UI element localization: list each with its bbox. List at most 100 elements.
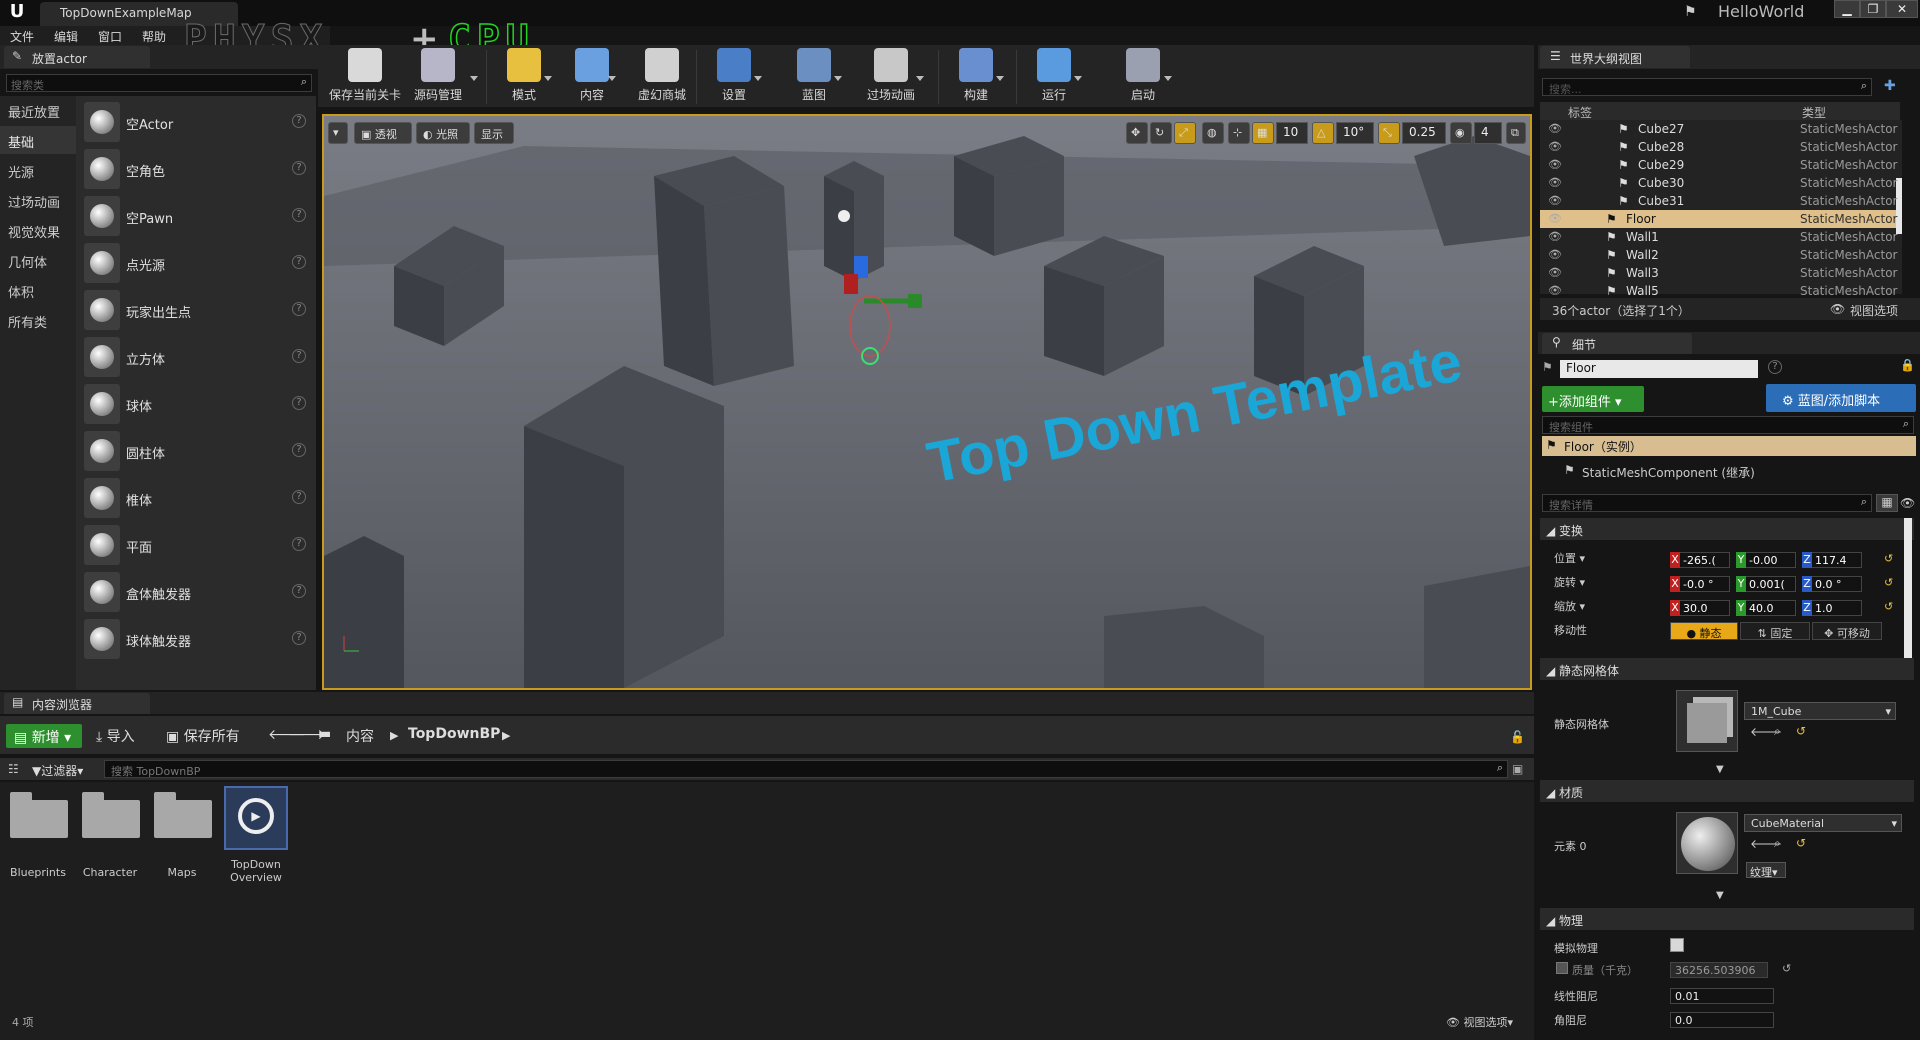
rotation-x-field[interactable]: X -0.0 ° [1670, 576, 1730, 592]
scale-snap-icon[interactable]: ⤡ [1378, 122, 1400, 144]
import-button[interactable]: ⤓ 导入 [96, 726, 135, 746]
world-local-icon[interactable]: ◍ [1202, 122, 1224, 144]
toolbar-button-4[interactable]: 虚幻商城 [620, 48, 704, 106]
tab-details[interactable]: ⚲ 细节 [1542, 333, 1692, 354]
visibility-eye-icon[interactable]: 👁 [1900, 496, 1915, 510]
cb-view-options-button[interactable]: 👁 视图选项▾ [1446, 1014, 1513, 1030]
add-new-button[interactable]: ▤ 新增 ▾ [6, 724, 82, 748]
scale-snap-value[interactable]: 0.25 [1402, 122, 1446, 144]
toolbar-button-0[interactable]: 保存当前关卡 [324, 48, 406, 106]
tab-place-actors[interactable]: ✎ 放置actor [4, 46, 150, 68]
grid-snap-icon[interactable]: ▦ [1252, 122, 1274, 144]
materials-section[interactable]: ◢ 材质 [1540, 780, 1914, 802]
component-search-input[interactable]: 搜索组件 ⌕ [1542, 416, 1914, 434]
placeable-item[interactable]: 椎体? [82, 476, 312, 520]
menu-window[interactable]: 窗口 [98, 28, 122, 45]
placeable-item[interactable]: 空角色? [82, 147, 312, 191]
scale-x-field[interactable]: X 30.0 [1670, 600, 1730, 616]
help-icon[interactable]: ? [292, 349, 306, 363]
surface-snap-icon[interactable]: ⊹ [1228, 122, 1250, 144]
texture-dropdown[interactable]: 纹理▾ [1746, 862, 1786, 879]
expand-arrow-icon[interactable]: ▼ [1716, 890, 1724, 901]
grid-snap-value[interactable]: 10 [1276, 122, 1308, 144]
category-item[interactable]: 几何体 [0, 246, 76, 274]
transform-section[interactable]: ◢ 变换 [1540, 518, 1914, 540]
chevron-down-icon[interactable] [1074, 76, 1082, 81]
component-instance-row[interactable]: ⚑ Floor（实例） [1542, 436, 1916, 456]
close-button[interactable]: ✕ [1886, 0, 1918, 18]
reset-icon[interactable]: ↺ [1796, 724, 1806, 738]
static-mesh-combo[interactable]: 1M_Cube ▾ [1744, 702, 1896, 720]
property-matrix-icon[interactable]: ▦ [1876, 494, 1898, 512]
lock-icon[interactable]: 🔒 [1900, 358, 1915, 372]
viewport-menu-button[interactable]: ▾ [328, 122, 348, 144]
class-search-input[interactable]: 搜索类 ⌕ [6, 74, 312, 92]
placeable-item[interactable]: 立方体? [82, 335, 312, 379]
reset-icon[interactable]: ↺ [1782, 962, 1791, 975]
help-icon[interactable]: ? [292, 396, 306, 410]
visibility-eye-icon[interactable]: 👁 [1548, 194, 1564, 207]
save-all-button[interactable]: ▣ 保存所有 [166, 726, 240, 746]
perspective-button[interactable]: ▣ 透视 [354, 122, 412, 144]
camera-speed-icon[interactable]: ◉ [1450, 122, 1472, 144]
angular-damping-field[interactable]: 0.0 [1670, 1012, 1774, 1028]
category-item[interactable]: 所有类 [0, 306, 76, 334]
static-mesh-component-row[interactable]: ⚑ StaticMeshComponent (继承) [1560, 460, 1860, 482]
placeable-item[interactable]: 球体? [82, 382, 312, 426]
level-viewport[interactable]: Top Down Template [322, 114, 1532, 690]
placeable-item[interactable]: 空Pawn? [82, 194, 312, 238]
material-thumbnail[interactable] [1676, 812, 1738, 874]
visibility-eye-icon[interactable]: 👁 [1548, 140, 1564, 153]
breadcrumb-content[interactable]: 内容 [346, 726, 374, 746]
visibility-eye-icon[interactable]: 👁 [1548, 230, 1564, 243]
minimize-button[interactable]: ▁ [1834, 0, 1860, 18]
placeable-item[interactable]: 盒体触发器? [82, 570, 312, 614]
mobility-static-button[interactable]: ● 静态 [1670, 622, 1738, 640]
help-icon[interactable]: ? [292, 490, 306, 504]
placeable-item[interactable]: 玩家出生点? [82, 288, 312, 332]
outliner-row[interactable]: 👁 ⚑ Floor StaticMeshActor [1540, 210, 1897, 228]
column-label[interactable]: 标签 [1568, 104, 1592, 121]
visibility-eye-icon[interactable]: 👁 [1548, 266, 1564, 279]
help-icon[interactable]: ? [292, 631, 306, 645]
filter-button[interactable]: ▼过滤器▾ [32, 762, 83, 779]
location-x-field[interactable]: X -265.( [1670, 552, 1730, 568]
help-icon[interactable]: ? [292, 161, 306, 175]
lock-icon[interactable]: 🔓 [1510, 730, 1525, 744]
blueprint-script-button[interactable]: ⚙ 蓝图/添加脚本 [1766, 384, 1916, 412]
asset-topdown-overview[interactable]: ▶ [224, 786, 288, 850]
unreal-logo-icon[interactable]: U [4, 1, 30, 25]
visibility-eye-icon[interactable]: 👁 [1548, 248, 1564, 261]
details-search-input[interactable]: 搜索详情 ⌕ [1542, 494, 1872, 512]
category-item[interactable]: 最近放置 [0, 96, 76, 124]
physics-section[interactable]: ◢ 物理 [1540, 908, 1914, 930]
outliner-search-input[interactable]: 搜索... ⌕ [1542, 78, 1872, 96]
help-icon[interactable]: ? [292, 537, 306, 551]
tab-content-browser[interactable]: ▤ 内容浏览器 [4, 693, 150, 714]
placeable-item[interactable]: 平面? [82, 523, 312, 567]
location-y-field[interactable]: Y -0.00 [1736, 552, 1796, 568]
menu-help[interactable]: 帮助 [142, 28, 166, 45]
camera-speed-value[interactable]: 4 [1474, 122, 1502, 144]
help-icon[interactable]: ? [292, 584, 306, 598]
help-icon[interactable]: ? [292, 208, 306, 222]
breadcrumb-topdownbp[interactable]: TopDownBP [408, 726, 500, 742]
mass-override-checkbox[interactable] [1556, 962, 1568, 974]
rotation-snap-value[interactable]: 10° [1336, 122, 1374, 144]
material-combo[interactable]: CubeMaterial ▾ [1744, 814, 1902, 832]
reset-icon[interactable]: ↺ [1884, 600, 1893, 613]
outliner-row[interactable]: 👁 ⚑ Wall5 StaticMeshActor [1540, 282, 1897, 300]
outliner-row[interactable]: 👁 ⚑ Wall3 StaticMeshActor [1540, 264, 1897, 282]
placeable-item[interactable]: 圆柱体? [82, 429, 312, 473]
browse-icon[interactable]: ⌕ [1774, 836, 1781, 851]
scale-label[interactable]: 缩放 ▾ [1554, 598, 1585, 614]
placeable-item[interactable]: 球体触发器? [82, 617, 312, 661]
rotation-snap-icon[interactable]: △ [1312, 122, 1334, 144]
scale-y-field[interactable]: Y 40.0 [1736, 600, 1796, 616]
show-button[interactable]: 显示 [474, 122, 514, 144]
category-item[interactable]: 过场动画 [0, 186, 76, 214]
rotation-label[interactable]: 旋转 ▾ [1554, 574, 1585, 590]
visibility-eye-icon[interactable]: 👁 [1548, 122, 1564, 135]
reset-icon[interactable]: ↺ [1796, 836, 1806, 850]
category-item[interactable]: 光源 [0, 156, 76, 184]
